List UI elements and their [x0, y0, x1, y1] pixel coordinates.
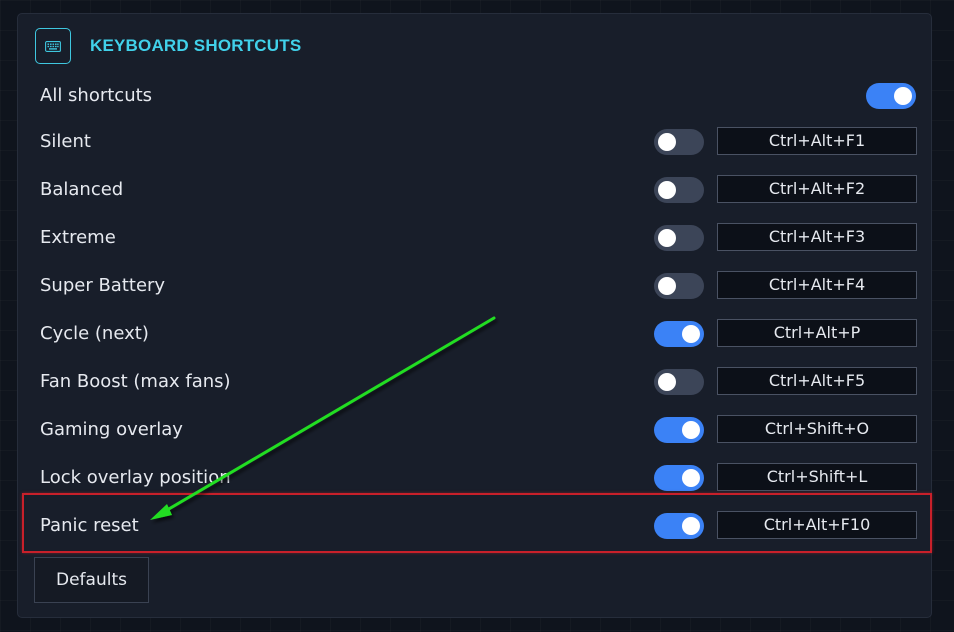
shortcut-key-field[interactable]: Ctrl+Alt+F10: [717, 511, 917, 539]
toggle-knob: [682, 517, 700, 535]
shortcut-row: Balanced Ctrl+Alt+F2: [40, 166, 920, 214]
shortcut-row: Silent Ctrl+Alt+F1: [40, 118, 920, 166]
shortcut-key-field[interactable]: Ctrl+Shift+O: [717, 415, 917, 443]
keyboard-shortcuts-panel: KEYBOARD SHORTCUTS All shortcuts Silent C…: [17, 13, 932, 618]
shortcut-key-field[interactable]: Ctrl+Alt+F4: [717, 271, 917, 299]
shortcut-toggle[interactable]: [654, 513, 704, 539]
shortcut-label: Balanced: [40, 179, 124, 200]
shortcut-label: Fan Boost (max fans): [40, 371, 231, 392]
shortcut-row: Gaming overlay Ctrl+Shift+O: [40, 406, 920, 454]
shortcut-row: Fan Boost (max fans) Ctrl+Alt+F5: [40, 358, 920, 406]
shortcut-key-field[interactable]: Ctrl+Shift+L: [717, 463, 917, 491]
all-shortcuts-row: All shortcuts: [40, 72, 920, 120]
panel-title: KEYBOARD SHORTCUTS: [90, 36, 302, 55]
shortcut-toggle[interactable]: [654, 465, 704, 491]
toggle-knob: [682, 325, 700, 343]
shortcut-label: Extreme: [40, 227, 116, 248]
panel-header: KEYBOARD SHORTCUTS: [35, 27, 301, 65]
toggle-knob: [658, 133, 676, 151]
shortcut-label: Cycle (next): [40, 323, 149, 344]
toggle-knob: [658, 277, 676, 295]
shortcut-key-field[interactable]: Ctrl+Alt+F3: [717, 223, 917, 251]
defaults-button[interactable]: Defaults: [34, 557, 149, 603]
shortcut-label: Silent: [40, 131, 91, 152]
shortcut-label: Super Battery: [40, 275, 166, 296]
toggle-knob: [658, 229, 676, 247]
shortcut-key-field[interactable]: Ctrl+Alt+F1: [717, 127, 917, 155]
shortcut-toggle[interactable]: [654, 177, 704, 203]
shortcut-label: Lock overlay position: [40, 467, 231, 488]
shortcut-row: Extreme Ctrl+Alt+F3: [40, 214, 920, 262]
shortcut-key-field[interactable]: Ctrl+Alt+P: [717, 319, 917, 347]
keyboard-icon: [35, 28, 71, 64]
toggle-knob: [894, 87, 912, 105]
shortcut-toggle[interactable]: [654, 417, 704, 443]
toggle-knob: [658, 181, 676, 199]
shortcut-toggle[interactable]: [654, 129, 704, 155]
shortcut-toggle[interactable]: [654, 321, 704, 347]
all-shortcuts-label: All shortcuts: [40, 85, 153, 106]
toggle-knob: [658, 373, 676, 391]
shortcut-toggle[interactable]: [654, 369, 704, 395]
shortcut-row: Panic reset Ctrl+Alt+F10: [40, 502, 920, 550]
toggle-knob: [682, 421, 700, 439]
shortcut-row: Cycle (next) Ctrl+Alt+P: [40, 310, 920, 358]
toggle-knob: [682, 469, 700, 487]
shortcut-key-field[interactable]: Ctrl+Alt+F2: [717, 175, 917, 203]
shortcut-label: Panic reset: [40, 515, 139, 536]
shortcut-toggle[interactable]: [654, 225, 704, 251]
shortcut-row: Lock overlay position Ctrl+Shift+L: [40, 454, 920, 502]
shortcut-label: Gaming overlay: [40, 419, 183, 440]
shortcut-key-field[interactable]: Ctrl+Alt+F5: [717, 367, 917, 395]
all-shortcuts-toggle[interactable]: [866, 83, 916, 109]
shortcut-toggle[interactable]: [654, 273, 704, 299]
shortcut-row: Super Battery Ctrl+Alt+F4: [40, 262, 920, 310]
